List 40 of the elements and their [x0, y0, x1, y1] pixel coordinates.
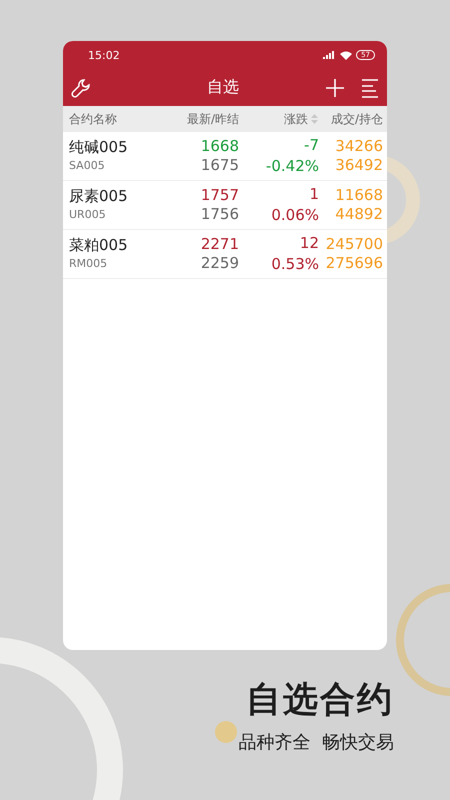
menu-icon[interactable] — [361, 78, 379, 98]
contract-name: 菜粕005 — [69, 236, 129, 255]
quote-row[interactable]: 尿素005 UR005 1757 1756 1 0.06% 11668 44892 — [63, 181, 387, 230]
wifi-icon — [340, 50, 352, 60]
volume: 34266 — [335, 137, 383, 156]
quote-row[interactable]: 菜粕005 RM005 2271 2259 12 0.53% 245700 275696 — [63, 230, 387, 279]
signal-icon — [323, 51, 336, 59]
quote-row[interactable]: 纯碱005 SA005 1668 1675 -7 -0.42% 34266 36492 — [63, 132, 387, 181]
promo-headline: 自选合约 — [246, 678, 394, 722]
open-interest: 275696 — [326, 254, 383, 273]
price-change: 12 — [300, 234, 319, 253]
wrench-icon[interactable] — [71, 78, 91, 98]
last-price: 2271 — [200, 235, 239, 254]
column-header: 合约名称 — [69, 112, 117, 126]
last-price: 1668 — [200, 137, 239, 156]
contract-code: SA005 — [69, 158, 106, 174]
settle-price: 1756 — [200, 205, 239, 224]
nav-title: 自选 — [206, 77, 240, 98]
volume: 11668 — [335, 186, 383, 205]
open-interest: 44892 — [335, 205, 383, 224]
settle-price: 1675 — [200, 156, 239, 175]
column-header: 最新/昨结 — [186, 112, 239, 126]
price-change: -7 — [304, 136, 319, 155]
contract-name: 纯碱005 — [69, 138, 129, 157]
promo-tagline: 品种齐全 畅快交易 — [238, 731, 394, 754]
open-interest: 36492 — [335, 156, 383, 175]
column-header: 成交/持仓 — [330, 112, 383, 126]
contract-code: UR005 — [69, 207, 107, 223]
last-price: 1757 — [200, 186, 239, 205]
change-percent: 0.06% — [271, 206, 319, 225]
status-time: 15:02 — [88, 48, 121, 62]
settle-price: 2259 — [200, 254, 239, 273]
price-change: 1 — [309, 185, 319, 204]
contract-name: 尿素005 — [69, 187, 129, 206]
change-percent: 0.53% — [271, 255, 319, 274]
volume: 245700 — [326, 235, 383, 254]
contract-code: RM005 — [69, 256, 108, 272]
add-icon[interactable] — [325, 78, 345, 98]
column-header[interactable]: 涨跌 — [284, 110, 308, 128]
change-percent: -0.42% — [266, 157, 319, 176]
